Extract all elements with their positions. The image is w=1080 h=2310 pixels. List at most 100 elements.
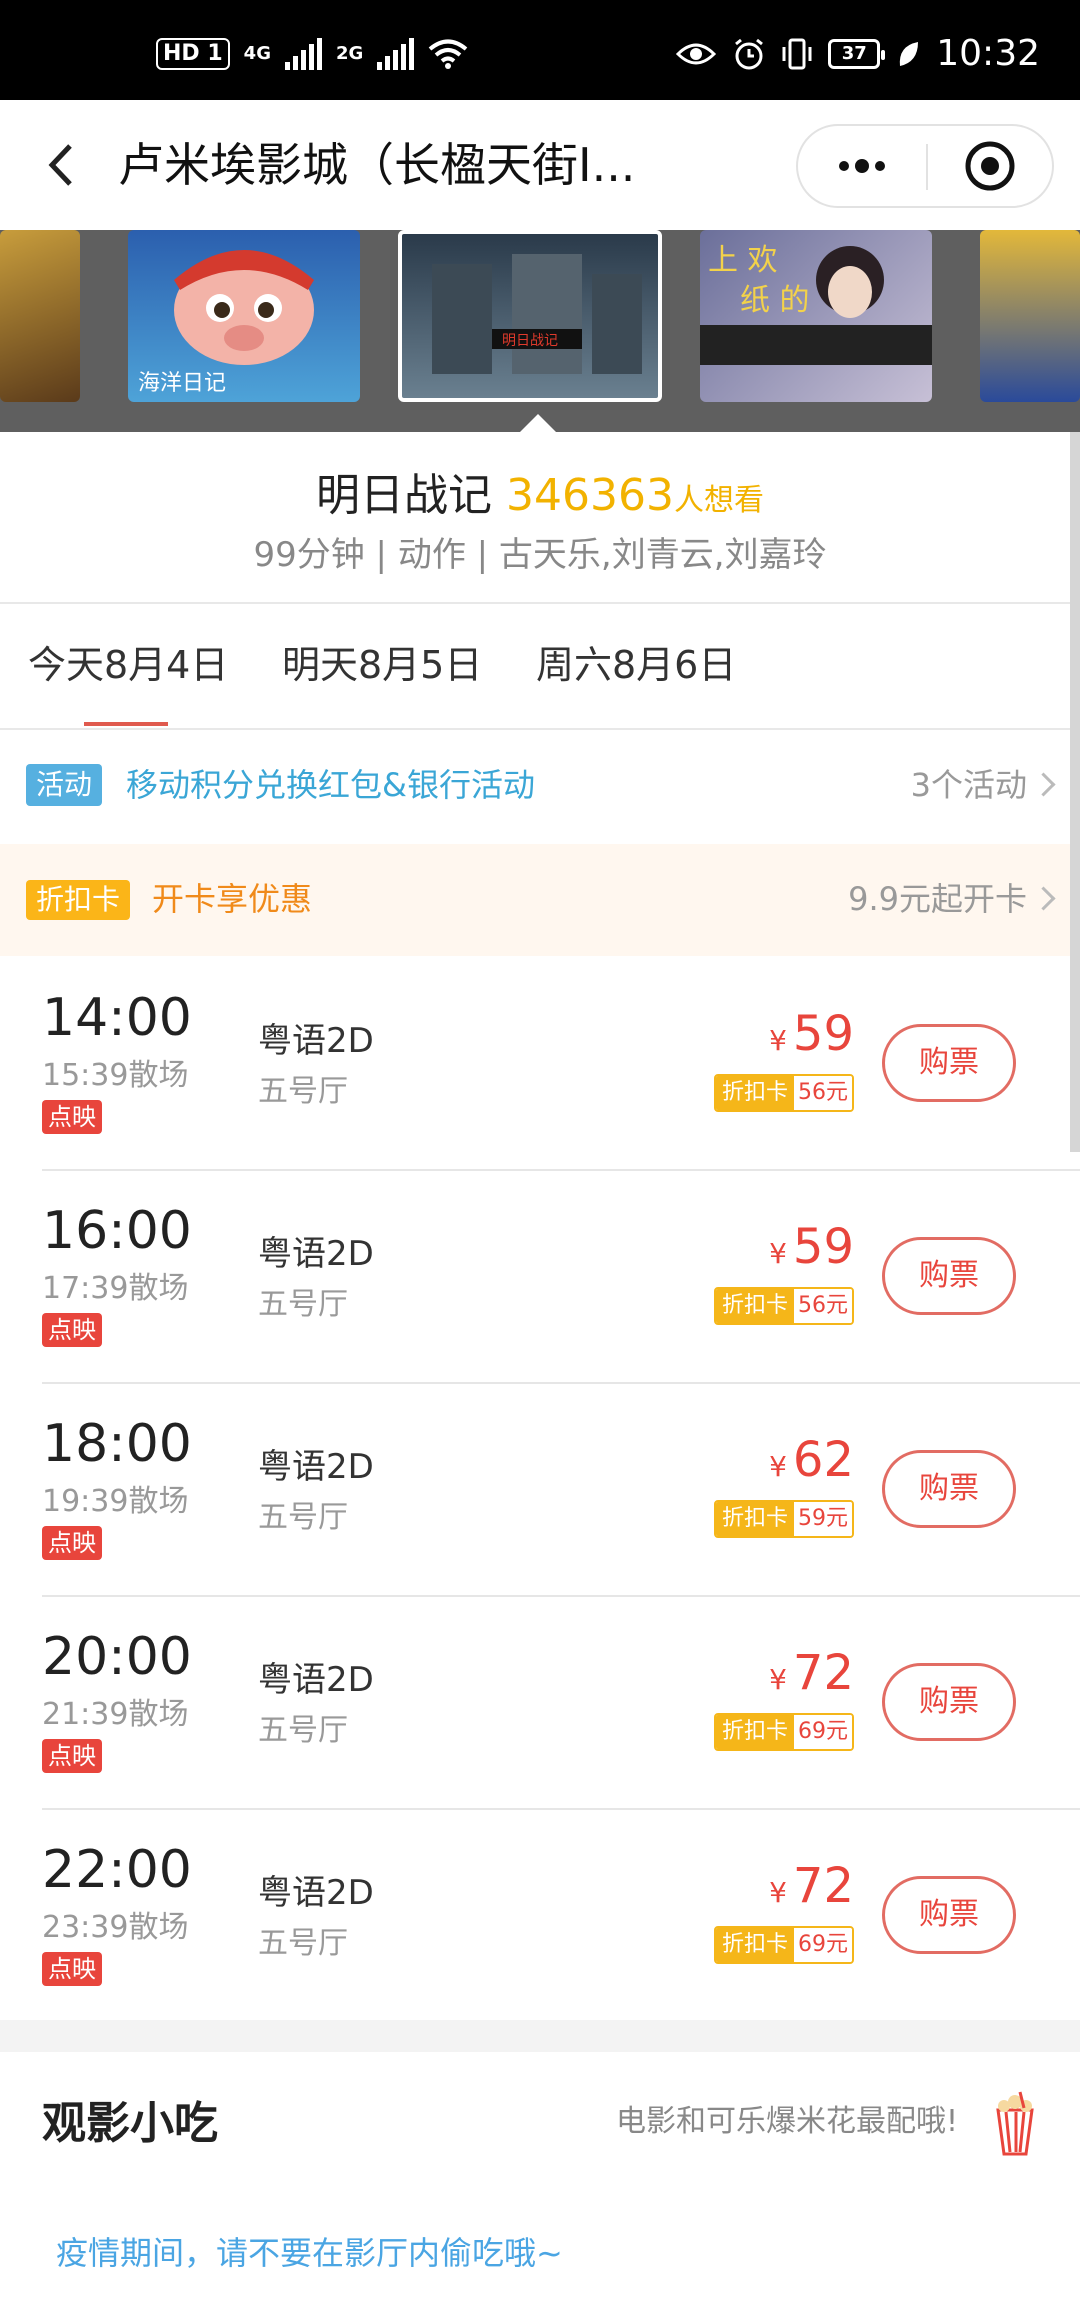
page-title: 卢米埃影城（长楹天街I... (118, 138, 636, 192)
preview-badge: 点映 (42, 1952, 102, 1986)
showtime-row: 16:00 17:39散场 点映 粤语2D 五号厅 ¥59 折扣卡 56元 购票 (0, 1171, 1080, 1384)
discount-card-text: 开卡享优惠 (152, 880, 313, 918)
target-circle-icon[interactable] (950, 126, 1030, 206)
discount-card-row[interactable]: 折扣卡 开卡享优惠 9.9元起开卡 (0, 844, 1080, 956)
card-price-badge: 折扣卡 56元 (713, 1074, 854, 1112)
signal-icon-2 (377, 38, 415, 70)
showtime-row: 22:00 23:39散场 点映 粤语2D 五号厅 ¥72 折扣卡 69元 购票 (0, 1810, 1080, 2023)
showtime-row: 20:00 21:39散场 点映 粤语2D 五号厅 ¥72 折扣卡 69元 购票 (0, 1597, 1080, 1810)
language-format: 粤语2D (258, 1660, 374, 1700)
scrollbar[interactable] (1070, 432, 1080, 1152)
svg-text:上 欢: 上 欢 (708, 243, 778, 278)
activity-text: 移动积分兑换红包&银行活动 (126, 766, 535, 804)
ticket-price: ¥72 (769, 1645, 854, 1701)
poster-mingri-zhanji[interactable]: 明日战记 (398, 230, 662, 402)
start-time: 22:00 (42, 1840, 192, 1900)
chevron-right-icon (1031, 771, 1056, 797)
snack-slogan: 电影和可乐爆米花最配哦! (615, 2104, 958, 2139)
chevron-left-icon[interactable] (40, 140, 84, 190)
tab-today[interactable]: 今天8月4日 (28, 640, 228, 690)
svg-text:海洋日记: 海洋日记 (138, 371, 226, 396)
chevron-right-icon (1031, 885, 1056, 911)
more-dots-icon[interactable] (826, 126, 898, 206)
snack-section: 观影小吃 电影和可乐爆米花最配哦! 疫情期间，请不要在影厅内偷吃哦~ (0, 2052, 1080, 2310)
vibrate-icon (782, 38, 812, 70)
hd-indicator: HD 1 (156, 38, 230, 70)
battery-icon: 37 (828, 39, 886, 69)
active-tab-indicator (84, 722, 168, 726)
movie-meta: 99分钟 | 动作 | 古天乐,刘青云,刘嘉玲 (253, 535, 827, 575)
ticket-price: ¥59 (769, 1006, 854, 1062)
start-time: 16:00 (42, 1201, 192, 1261)
end-time: 19:39散场 (42, 1484, 189, 1519)
preview-badge: 点映 (42, 1526, 102, 1560)
ticket-price: ¥62 (769, 1432, 854, 1488)
movie-title: 明日战记 (316, 470, 493, 521)
svg-text:明日战记: 明日战记 (502, 333, 558, 349)
network-4g-label: 4G (243, 43, 271, 64)
language-format: 粤语2D (258, 1234, 374, 1274)
snack-title: 观影小吃 (42, 2098, 218, 2149)
capsule-divider (926, 144, 928, 190)
selected-poster-pointer (520, 414, 556, 432)
activity-row[interactable]: 活动 移动积分兑换红包&银行活动 3个活动 (0, 730, 1080, 842)
want-count: 346363人想看 (506, 470, 764, 521)
buy-ticket-button[interactable]: 购票 (882, 1876, 1016, 1954)
poster-haiyang-riji[interactable]: 海洋日记 (128, 230, 360, 402)
hall-name: 五号厅 (258, 1926, 348, 1961)
alarm-icon (735, 38, 764, 70)
preview-badge: 点映 (42, 1313, 102, 1347)
poster-carousel[interactable]: 海洋日记 明日战记 上 欢纸 的 (0, 230, 1080, 432)
discount-card-tag: 折扣卡 (26, 880, 131, 920)
section-separator (0, 2020, 1080, 2052)
popcorn-icon (996, 2091, 1034, 2156)
svg-text:纸 的: 纸 的 (740, 283, 810, 318)
card-price-badge: 折扣卡 59元 (713, 1500, 854, 1538)
ticket-price: ¥72 (769, 1858, 854, 1914)
discount-card-price: 9.9元起开卡 (848, 876, 1056, 922)
start-time: 18:00 (42, 1414, 192, 1474)
date-tabs: 今天8月4日 明天8月5日 周六8月6日 (0, 604, 1080, 728)
hall-name: 五号厅 (258, 1074, 348, 1109)
poster-partial-left[interactable] (0, 230, 80, 402)
mech-soldiers-image: 明日战记 (432, 254, 642, 374)
romance-poster-image: 上 欢纸 的 (700, 243, 932, 365)
buy-ticket-button[interactable]: 购票 (882, 1024, 1016, 1102)
end-time: 23:39散场 (42, 1910, 189, 1945)
status-right: 37 10:32 (676, 32, 1040, 76)
poster-partial-right[interactable] (980, 230, 1080, 402)
preview-badge: 点映 (42, 1100, 102, 1134)
buy-ticket-button[interactable]: 购票 (882, 1237, 1016, 1315)
mini-program-capsule (796, 124, 1054, 208)
preview-badge: 点映 (42, 1739, 102, 1773)
showtime-row: 14:00 15:39散场 点映 粤语2D 五号厅 ¥59 折扣卡 56元 购票 (0, 958, 1080, 1171)
tab-tomorrow[interactable]: 明天8月5日 (282, 640, 482, 690)
hall-name: 五号厅 (258, 1500, 348, 1535)
showtime-row: 18:00 19:39散场 点映 粤语2D 五号厅 ¥62 折扣卡 59元 购票 (0, 1384, 1080, 1597)
wifi-icon (429, 39, 468, 69)
language-format: 粤语2D (258, 1021, 374, 1061)
tab-saturday[interactable]: 周六8月6日 (536, 640, 736, 690)
language-format: 粤语2D (258, 1873, 374, 1913)
poster-xihuan-shang[interactable]: 上 欢纸 的 (700, 230, 932, 402)
status-bar: HD 1 4G 2G 37 10:32 (0, 0, 1080, 100)
network-2g-label: 2G (335, 43, 364, 64)
leaf-icon (900, 42, 919, 66)
hall-name: 五号厅 (258, 1713, 348, 1748)
end-time: 17:39散场 (42, 1271, 189, 1306)
status-left: HD 1 4G 2G (156, 38, 468, 70)
activity-tag: 活动 (26, 764, 103, 806)
card-price-badge: 折扣卡 69元 (713, 1926, 854, 1964)
start-time: 20:00 (42, 1627, 192, 1687)
language-format: 粤语2D (258, 1447, 374, 1487)
movie-info: 明日战记 346363人想看 99分钟 | 动作 | 古天乐,刘青云,刘嘉玲 (0, 432, 1080, 602)
signal-icon (284, 38, 322, 70)
hall-name: 五号厅 (258, 1287, 348, 1322)
movie-title-line: 明日战记 346363人想看 (0, 466, 1080, 531)
activity-count: 3个活动 (911, 762, 1056, 808)
buy-ticket-button[interactable]: 购票 (882, 1450, 1016, 1528)
snack-notice: 疫情期间，请不要在影厅内偷吃哦~ (56, 2234, 563, 2272)
card-price-badge: 折扣卡 69元 (713, 1713, 854, 1751)
buy-ticket-button[interactable]: 购票 (882, 1663, 1016, 1741)
end-time: 15:39散场 (42, 1058, 189, 1093)
